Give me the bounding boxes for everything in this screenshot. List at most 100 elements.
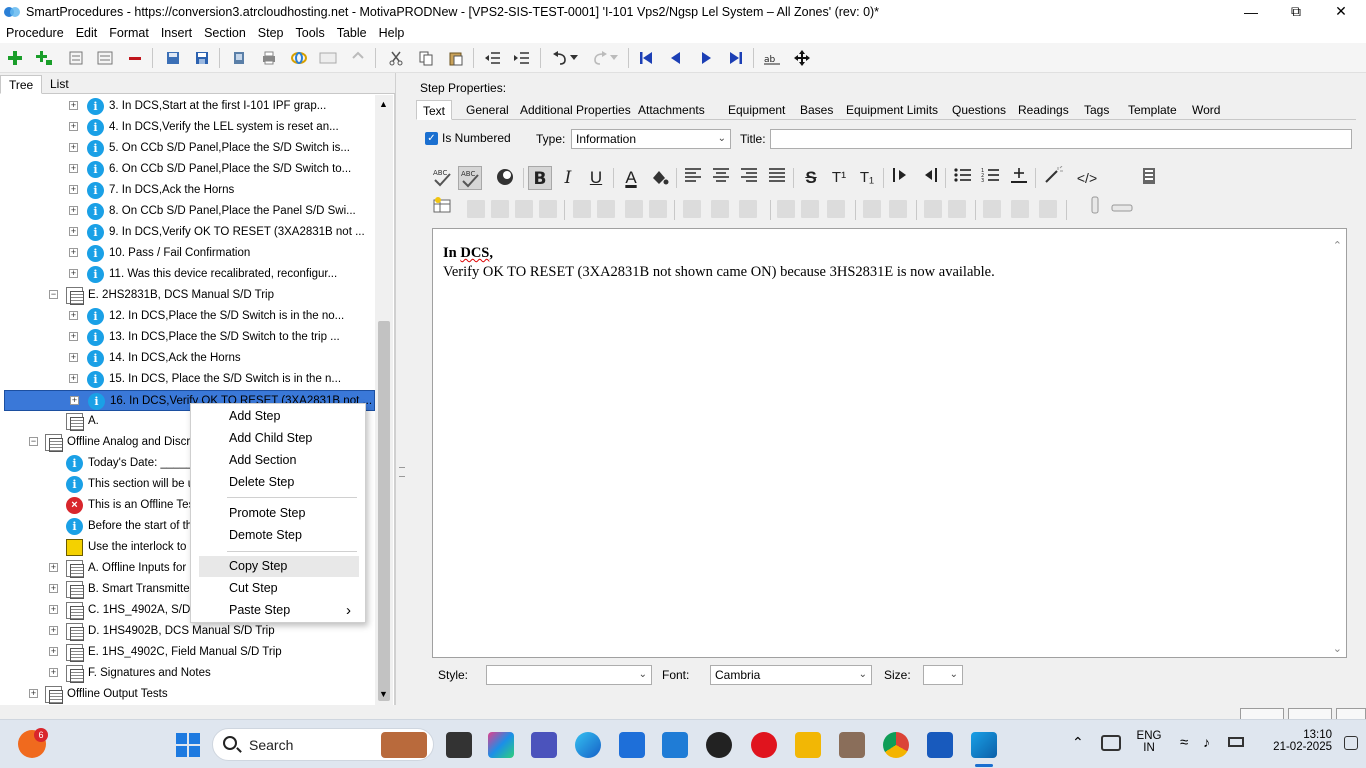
- outdent-icon[interactable]: [483, 48, 503, 68]
- cell-properties-icon[interactable]: [573, 200, 591, 218]
- split-cells-icon[interactable]: [625, 200, 643, 218]
- teams-icon[interactable]: [531, 732, 557, 758]
- insert-table-icon[interactable]: [430, 196, 454, 220]
- tab-list[interactable]: List: [42, 75, 77, 94]
- expand-icon[interactable]: +: [49, 605, 58, 614]
- underline-button[interactable]: U: [584, 166, 608, 190]
- tree-node[interactable]: + i 12. In DCS,Place the S/D Switch is in …: [0, 306, 375, 327]
- tree-node[interactable]: + i 7. In DCS,Ack the Horns: [0, 180, 375, 201]
- print-icon[interactable]: [259, 48, 279, 68]
- copy-icon[interactable]: [416, 48, 436, 68]
- editor-scroll-up-icon[interactable]: ⌃: [1333, 239, 1342, 252]
- tree-node[interactable]: + i 5. On CCb S/D Panel,Place the S/D Swit…: [0, 138, 375, 159]
- expand-icon[interactable]: +: [69, 353, 78, 362]
- menu-tools[interactable]: Tools: [290, 26, 331, 40]
- tree-node[interactable]: + i 3. In DCS,Start at the first I-101 IPF…: [0, 96, 375, 117]
- highlight-icon[interactable]: [493, 166, 517, 190]
- size-select[interactable]: ⌄: [923, 665, 963, 685]
- expand-icon[interactable]: +: [69, 374, 78, 383]
- indent-icon[interactable]: [512, 48, 532, 68]
- table-properties-icon[interactable]: [467, 200, 485, 218]
- tab-equipment-limits[interactable]: Equipment Limits: [840, 100, 944, 120]
- add-step-icon[interactable]: [5, 48, 25, 68]
- volume-icon[interactable]: ♪: [1203, 734, 1210, 750]
- expand-icon[interactable]: +: [69, 227, 78, 236]
- menu-procedure[interactable]: Procedure: [0, 26, 70, 40]
- scroll-down-icon[interactable]: ▼: [379, 689, 388, 699]
- editor-scroll-down-icon[interactable]: ⌄: [1333, 642, 1342, 655]
- fill-color-icon[interactable]: [647, 166, 671, 190]
- menu-insert[interactable]: Insert: [155, 26, 198, 40]
- collapse-icon[interactable]: −: [49, 290, 58, 299]
- context-add-child-step[interactable]: Add Child Step: [199, 428, 359, 449]
- decrease-indent-icon[interactable]: [917, 166, 941, 190]
- open-icon[interactable]: [163, 48, 183, 68]
- menu-format[interactable]: Format: [103, 26, 155, 40]
- type-select[interactable]: Information ⌄: [571, 129, 731, 149]
- close-button[interactable]: ✕: [1318, 0, 1364, 23]
- app-icon[interactable]: [839, 732, 865, 758]
- first-step-icon[interactable]: [636, 48, 656, 68]
- form-icon[interactable]: [318, 48, 338, 68]
- expand-icon[interactable]: +: [69, 101, 78, 110]
- context-promote-step[interactable]: Promote Step: [199, 503, 359, 524]
- expand-icon[interactable]: +: [49, 647, 58, 656]
- tab-word[interactable]: Word: [1186, 100, 1226, 120]
- tab-bases[interactable]: Bases: [794, 100, 839, 120]
- copilot-icon[interactable]: [488, 732, 514, 758]
- expand-icon[interactable]: +: [69, 185, 78, 194]
- tab-template[interactable]: Template: [1122, 100, 1183, 120]
- row-height-icon[interactable]: [863, 200, 881, 218]
- superscript-button[interactable]: T¹: [827, 166, 851, 190]
- insert-line-icon[interactable]: [1007, 166, 1031, 190]
- tree-scrollbar[interactable]: ▲ ▼: [375, 95, 393, 705]
- tab-additional-properties[interactable]: Additional Properties: [514, 100, 637, 120]
- store-icon[interactable]: [619, 732, 645, 758]
- minimize-button[interactable]: —: [1228, 0, 1274, 23]
- title-input[interactable]: [770, 129, 1352, 149]
- italic-button[interactable]: I: [556, 166, 580, 190]
- tree-node[interactable]: − E. 2HS2831B, DCS Manual S/D Trip: [0, 285, 375, 306]
- tab-attachments[interactable]: Attachments: [632, 100, 711, 120]
- font-select[interactable]: Cambria ⌄: [710, 665, 872, 685]
- vpn-icon[interactable]: [1101, 735, 1121, 751]
- opera-icon[interactable]: [751, 732, 777, 758]
- wifi-icon[interactable]: ≈: [1180, 734, 1188, 751]
- redo-dropdown-icon[interactable]: [608, 48, 620, 68]
- tree-node[interactable]: + i 4. In DCS,Verify the LEL system is res…: [0, 117, 375, 138]
- tree-node[interactable]: + i 13. In DCS,Place the S/D Switch to the…: [0, 327, 375, 348]
- field-icon[interactable]: [1083, 196, 1107, 220]
- expand-icon[interactable]: +: [69, 122, 78, 131]
- distribute-columns-icon[interactable]: [739, 200, 757, 218]
- align-top-icon[interactable]: [983, 200, 1001, 218]
- cut-icon[interactable]: [386, 48, 406, 68]
- context-delete-step[interactable]: Delete Step: [199, 472, 359, 493]
- expand-icon[interactable]: +: [69, 269, 78, 278]
- bullet-list-icon[interactable]: [951, 166, 975, 190]
- taskbar-search-box[interactable]: Search: [212, 728, 434, 761]
- panel-splitter[interactable]: [395, 73, 407, 705]
- save-icon[interactable]: [192, 48, 212, 68]
- move-icon[interactable]: [792, 48, 812, 68]
- tab-text[interactable]: Text: [416, 100, 453, 120]
- align-left-icon[interactable]: [681, 166, 705, 190]
- step-text-editor[interactable]: In DCS, Verify OK TO RESET (3XA2831B not…: [432, 228, 1347, 658]
- edge-icon[interactable]: [575, 732, 601, 758]
- style-select[interactable]: ⌄: [486, 665, 652, 685]
- last-step-icon[interactable]: [726, 48, 746, 68]
- increase-indent-icon[interactable]: [889, 166, 913, 190]
- undo-dropdown-icon[interactable]: [568, 48, 580, 68]
- demote-icon[interactable]: [95, 48, 115, 68]
- tree-node[interactable]: + F. Signatures and Notes: [0, 663, 375, 684]
- tab-tree[interactable]: Tree: [0, 75, 43, 94]
- font-color-button[interactable]: A: [619, 166, 643, 190]
- expand-icon[interactable]: +: [69, 206, 78, 215]
- tree-node[interactable]: + Offline Output Tests: [0, 684, 375, 705]
- align-middle-icon[interactable]: [1011, 200, 1029, 218]
- insert-column-left-icon[interactable]: [683, 200, 701, 218]
- expand-icon[interactable]: +: [49, 626, 58, 635]
- strikethrough-button[interactable]: S: [799, 166, 823, 190]
- cell-border-icon[interactable]: [649, 200, 667, 218]
- numbered-list-icon[interactable]: 123: [979, 166, 1003, 190]
- expand-icon[interactable]: +: [69, 164, 78, 173]
